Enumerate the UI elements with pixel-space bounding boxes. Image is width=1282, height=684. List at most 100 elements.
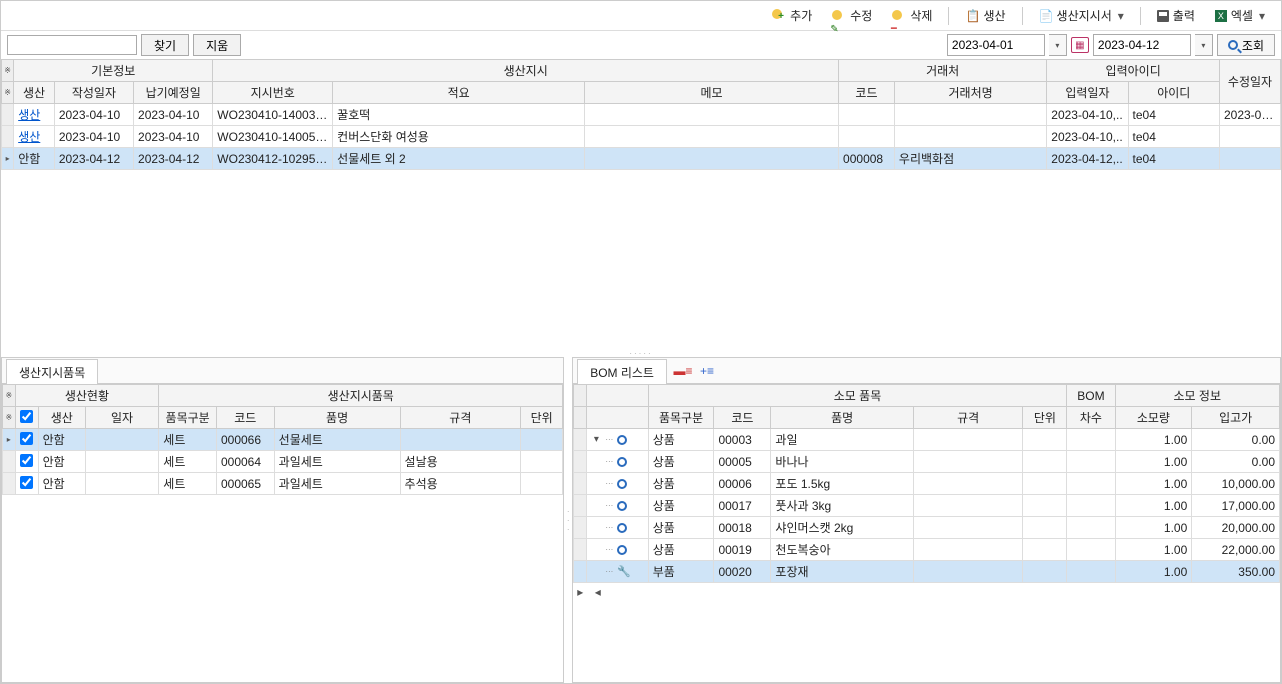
table-row[interactable]: ··· 상품 00017 풋사과 3kg 1.00 17,000.00 — [574, 495, 1280, 517]
table-row[interactable]: 안함 세트 000064 과일세트 설날용 — [3, 451, 563, 473]
table-row[interactable]: ··· 상품 00018 샤인머스캣 2kg 1.00 20,000.00 — [574, 517, 1280, 539]
col-subject[interactable]: 적요 — [333, 82, 585, 104]
cell-tree[interactable]: ···🔧 — [587, 561, 648, 583]
indent-icon[interactable]: +≡ — [699, 363, 715, 379]
col-level[interactable]: 차수 — [1067, 407, 1115, 429]
horizontal-splitter[interactable]: ····· — [1, 349, 1281, 357]
cell-code — [839, 126, 895, 148]
col-group-status[interactable]: 생산현황 — [15, 385, 159, 407]
col-produce[interactable]: 생산 — [14, 82, 55, 104]
edit-button[interactable]: 수정 — [824, 4, 880, 27]
table-row[interactable]: ▾··· 상품 00003 과일 1.00 0.00 — [574, 429, 1280, 451]
col-itemtype[interactable]: 품목구분 — [159, 407, 217, 429]
cell-orderno: WO230410-14003190 — [213, 104, 333, 126]
row-checkbox[interactable] — [20, 476, 33, 489]
col-code[interactable]: 코드 — [714, 407, 771, 429]
table-row[interactable]: 생산 2023-04-10 2023-04-10 WO230410-140031… — [2, 104, 1281, 126]
col-inprice[interactable]: 입고가 — [1192, 407, 1280, 429]
col-check[interactable] — [15, 407, 38, 429]
tab-order-items[interactable]: 생산지시품목 — [6, 359, 98, 386]
col-name[interactable]: 품명 — [771, 407, 913, 429]
collapse-icon[interactable]: ▾ — [591, 434, 601, 445]
cell-produce[interactable]: 생산 — [14, 104, 55, 126]
col-group-bom[interactable]: BOM — [1067, 385, 1115, 407]
cell-tree[interactable]: ··· — [587, 473, 648, 495]
col-spec[interactable]: 규격 — [913, 407, 1023, 429]
col-moddate[interactable]: 수정일자 — [1219, 60, 1280, 104]
table-row[interactable]: ···🔧 부품 00020 포장재 1.00 350.00 — [574, 561, 1280, 583]
table-row[interactable]: ··· 상품 00019 천도복숭아 1.00 22,000.00 — [574, 539, 1280, 561]
col-itemtype[interactable]: 품목구분 — [648, 407, 714, 429]
find-button[interactable]: 찾기 — [141, 34, 189, 56]
col-orderno[interactable]: 지시번호 — [213, 82, 333, 104]
chevron-down-icon — [1116, 9, 1124, 23]
produce-button[interactable]: 📋생산 — [957, 4, 1013, 27]
col-produce[interactable]: 생산 — [38, 407, 85, 429]
date-from-input[interactable] — [947, 34, 1045, 56]
col-spec[interactable]: 규격 — [400, 407, 521, 429]
cell-tree[interactable]: ▾··· — [587, 429, 648, 451]
cell-itemtype: 부품 — [648, 561, 714, 583]
tree-scroll-icon[interactable]: ◂ — [595, 585, 601, 599]
col-group-inputid[interactable]: 입력아이디 — [1047, 60, 1220, 82]
add-button[interactable]: 추가 — [764, 4, 820, 27]
date-from-dropdown[interactable]: ▾ — [1049, 34, 1067, 56]
table-row[interactable]: ▸ 안함 세트 000066 선물세트 — [3, 429, 563, 451]
col-group-consume[interactable]: 소모 품목 — [648, 385, 1067, 407]
clear-button[interactable]: 지움 — [193, 34, 241, 56]
cell-inputdate: 2023-04-10,.. — [1047, 104, 1128, 126]
cell-itemtype: 상품 — [648, 495, 714, 517]
produce-doc-dropdown[interactable]: 📄생산지시서 — [1031, 4, 1132, 27]
cell-orderno: WO230410-14005026 — [213, 126, 333, 148]
col-vendorname[interactable]: 거래처명 — [894, 82, 1046, 104]
vertical-splitter[interactable]: ··· — [564, 357, 572, 683]
outdent-icon[interactable]: ▬≡ — [675, 363, 691, 379]
lookup-button[interactable]: 조회 — [1217, 34, 1275, 56]
col-name[interactable]: 품명 — [274, 407, 400, 429]
cell-check[interactable] — [15, 451, 38, 473]
cell-tree[interactable]: ··· — [587, 451, 648, 473]
row-handle — [574, 429, 587, 451]
col-duedate[interactable]: 납기예정일 — [134, 82, 213, 104]
calendar-icon[interactable]: ▦ — [1071, 37, 1089, 53]
col-group-basic[interactable]: 기본정보 — [14, 60, 213, 82]
col-unit[interactable]: 단위 — [1023, 407, 1067, 429]
cell-code: 000066 — [216, 429, 274, 451]
cell-check[interactable] — [15, 473, 38, 495]
cell-check[interactable] — [15, 429, 38, 451]
cell-produce[interactable]: 생산 — [14, 126, 55, 148]
col-id[interactable]: 아이디 — [1128, 82, 1219, 104]
check-all[interactable] — [20, 410, 33, 423]
col-createddate[interactable]: 작성일자 — [54, 82, 133, 104]
col-group-info[interactable]: 소모 정보 — [1115, 385, 1279, 407]
search-input[interactable] — [7, 35, 137, 55]
excel-dropdown[interactable]: 엑셀 — [1207, 4, 1273, 27]
date-to-input[interactable] — [1093, 34, 1191, 56]
print-button[interactable]: 출력 — [1149, 4, 1203, 27]
row-handle — [2, 104, 14, 126]
row-checkbox[interactable] — [20, 432, 33, 445]
table-row[interactable]: ··· 상품 00006 포도 1.5kg 1.00 10,000.00 — [574, 473, 1280, 495]
cell-tree[interactable]: ··· — [587, 539, 648, 561]
tab-bom-list[interactable]: BOM 리스트 — [577, 359, 667, 386]
table-row[interactable]: ··· 상품 00005 바나나 1.00 0.00 — [574, 451, 1280, 473]
col-memo[interactable]: 메모 — [585, 82, 839, 104]
cell-itemtype: 상품 — [648, 517, 714, 539]
col-code[interactable]: 코드 — [839, 82, 895, 104]
date-to-dropdown[interactable]: ▾ — [1195, 34, 1213, 56]
table-row[interactable]: 안함 세트 000065 과일세트 추석용 — [3, 473, 563, 495]
col-unit[interactable]: 단위 — [521, 407, 563, 429]
row-checkbox[interactable] — [20, 454, 33, 467]
cell-tree[interactable]: ··· — [587, 517, 648, 539]
col-group-vendor[interactable]: 거래처 — [839, 60, 1047, 82]
delete-button[interactable]: 삭제 — [884, 4, 940, 27]
col-group-items[interactable]: 생산지시품목 — [159, 385, 563, 407]
cell-tree[interactable]: ··· — [587, 495, 648, 517]
col-group-order[interactable]: 생산지시 — [213, 60, 839, 82]
col-qty[interactable]: 소모량 — [1115, 407, 1192, 429]
table-row[interactable]: 생산 2023-04-10 2023-04-10 WO230410-140050… — [2, 126, 1281, 148]
col-inputdate[interactable]: 입력일자 — [1047, 82, 1128, 104]
table-row[interactable]: ▸ 안함 2023-04-12 2023-04-12 WO230412-1029… — [2, 148, 1281, 170]
col-code[interactable]: 코드 — [216, 407, 274, 429]
col-date[interactable]: 일자 — [85, 407, 158, 429]
